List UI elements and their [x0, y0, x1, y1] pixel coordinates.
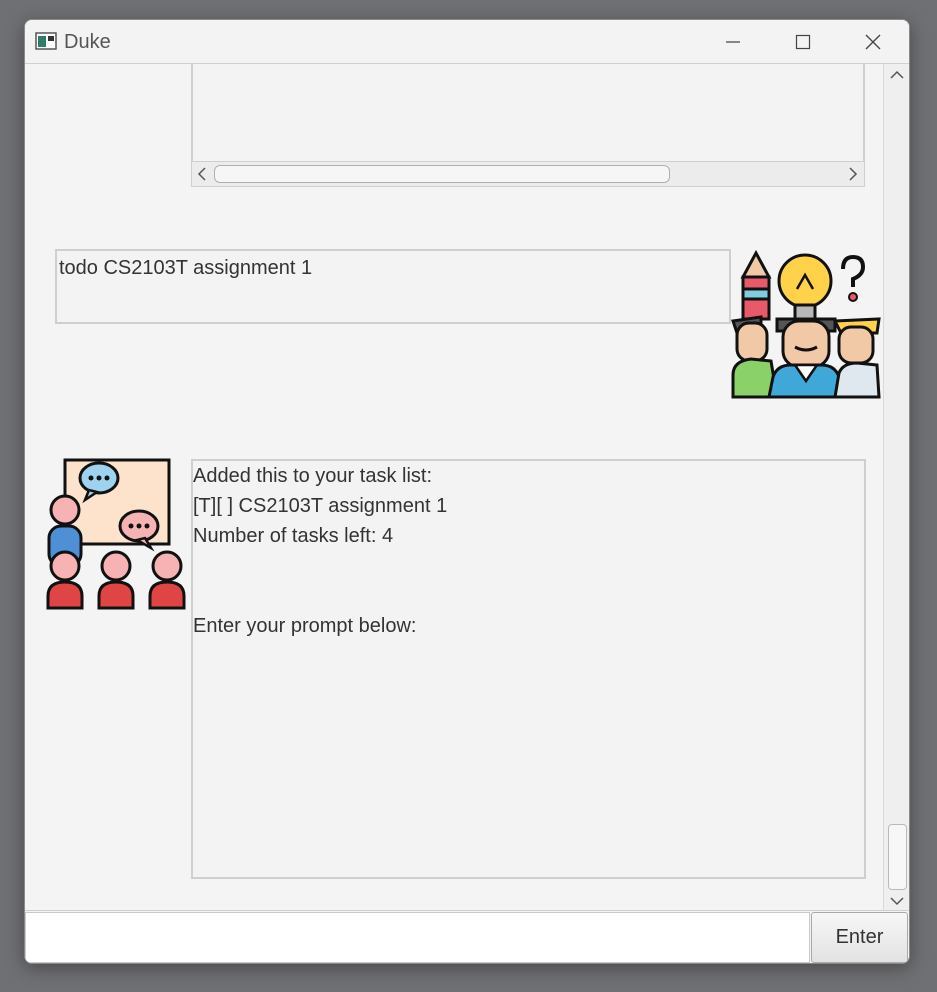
- user-input-field[interactable]: [25, 912, 810, 963]
- user-message-text: todo CS2103T assignment 1: [59, 257, 313, 279]
- maximize-button[interactable]: [771, 20, 835, 63]
- duke-message: Added this to your task list: [T][ ] CS2…: [191, 459, 866, 879]
- vertical-scroll-thumb[interactable]: [888, 824, 907, 890]
- window-title: Duke: [64, 31, 111, 53]
- duke-message-line: Number of tasks left: 4: [193, 525, 394, 547]
- horizontal-scroll-thumb[interactable]: [214, 165, 670, 183]
- close-button[interactable]: [841, 20, 905, 63]
- close-icon: [865, 34, 881, 49]
- vertical-scrollbar[interactable]: [883, 64, 909, 910]
- duke-message-line: Added this to your task list:: [193, 465, 433, 487]
- duke-message-line: [T][ ] CS2103T assignment 1: [193, 495, 448, 517]
- app-window: Duke todo CS2103T assignment 1 Added thi…: [24, 19, 910, 964]
- minimize-icon: [726, 40, 740, 43]
- user-message: todo CS2103T assignment 1: [55, 249, 731, 324]
- brainstorm-team-icon: [731, 249, 881, 399]
- presentation-chat-icon: [46, 458, 186, 610]
- scroll-right-icon[interactable]: [848, 167, 858, 181]
- title-bar: Duke: [25, 20, 909, 64]
- duke-message-line: Enter your prompt below:: [193, 615, 417, 637]
- horizontal-scrollbar[interactable]: [191, 161, 865, 187]
- input-bar: Enter: [25, 910, 909, 963]
- previous-duke-message: [191, 64, 865, 163]
- duke-message-line: [193, 581, 864, 611]
- minimize-button[interactable]: [701, 20, 765, 63]
- scroll-up-icon[interactable]: [890, 70, 904, 80]
- scroll-left-icon[interactable]: [197, 167, 207, 181]
- scroll-down-icon[interactable]: [890, 896, 904, 906]
- maximize-icon: [795, 34, 811, 49]
- duke-message-line: [193, 551, 864, 581]
- dialog-scroll-pane[interactable]: todo CS2103T assignment 1 Added this to …: [25, 64, 883, 910]
- enter-button[interactable]: Enter: [811, 912, 908, 963]
- app-window-icon: [35, 32, 57, 50]
